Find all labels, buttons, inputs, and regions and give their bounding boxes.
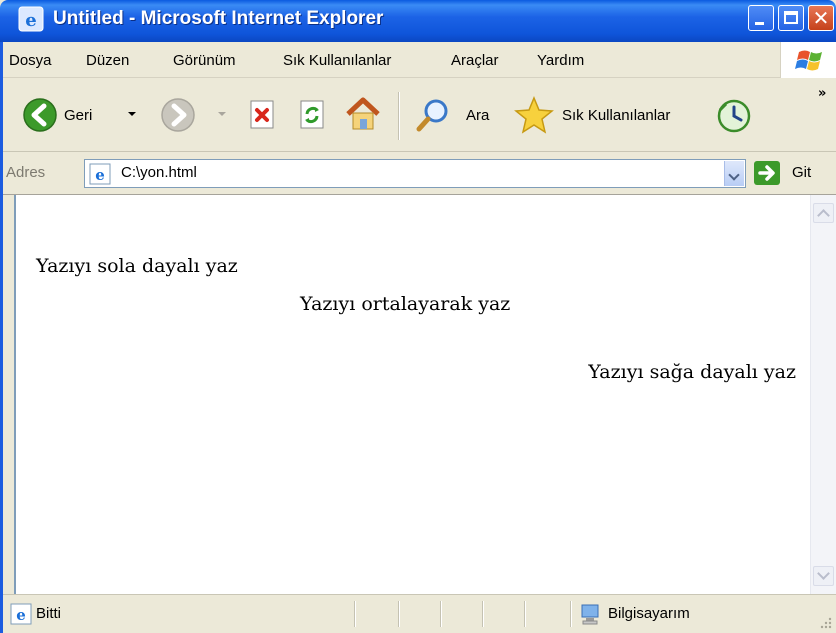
- svg-text:e: e: [16, 606, 26, 624]
- scroll-up-icon[interactable]: [813, 203, 834, 223]
- my-computer-icon: [581, 604, 599, 625]
- status-separator: [482, 601, 484, 627]
- go-arrow-icon[interactable]: [754, 161, 780, 185]
- close-button[interactable]: ✕: [808, 5, 834, 31]
- address-label: Adres: [6, 164, 46, 181]
- status-separator: [524, 601, 526, 627]
- menu-view[interactable]: Görünüm: [173, 52, 236, 69]
- security-zone-text: Bilgisayarım: [608, 605, 690, 622]
- forward-dropdown-icon[interactable]: [218, 112, 226, 116]
- status-separator: [398, 601, 400, 627]
- ie-icon: e: [18, 6, 44, 32]
- search-icon[interactable]: [414, 97, 452, 135]
- svg-text:e: e: [95, 166, 105, 184]
- stop-icon[interactable]: [248, 100, 278, 130]
- menu-help[interactable]: Yardım: [537, 52, 584, 69]
- window-border: [0, 42, 3, 633]
- status-separator: [354, 601, 356, 627]
- status-separator: [570, 601, 572, 627]
- minimize-icon: [755, 22, 764, 25]
- history-icon[interactable]: [716, 98, 752, 134]
- address-bar: Adres e C:\yon.html Git: [0, 152, 836, 195]
- status-bar: e Bitti Bilgisayarım: [0, 594, 836, 633]
- menu-bar: Dosya Düzen Görünüm Sık Kullanılanlar Ar…: [0, 42, 836, 78]
- maximize-button[interactable]: [778, 5, 804, 31]
- favorites-star-icon[interactable]: [514, 96, 554, 134]
- menu-edit[interactable]: Düzen: [86, 52, 129, 69]
- favorites-label[interactable]: Sık Kullanılanlar: [562, 107, 670, 124]
- toolbar-overflow-chevron[interactable]: »: [818, 86, 826, 101]
- window-title: Untitled - Microsoft Internet Explorer: [53, 8, 384, 29]
- back-arrow-icon[interactable]: [22, 97, 58, 133]
- menu-tools[interactable]: Araçlar: [451, 52, 499, 69]
- address-input[interactable]: e C:\yon.html: [84, 159, 746, 188]
- maximize-icon: [784, 11, 798, 24]
- page-icon: e: [89, 163, 111, 185]
- windows-flag-icon: [795, 50, 822, 71]
- page-content: Yazıyı sola dayalı yaz Yazıyı ortalayara…: [14, 195, 810, 594]
- page-status-icon: e: [10, 603, 32, 625]
- forward-arrow-icon[interactable]: [160, 97, 196, 133]
- standard-toolbar: Geri Ara Sık Kullanılanlar »: [0, 78, 836, 152]
- address-value[interactable]: C:\yon.html: [121, 164, 197, 181]
- refresh-icon[interactable]: [298, 100, 328, 130]
- toolbar-separator: [398, 92, 400, 140]
- windows-logo: [780, 42, 836, 78]
- resize-grip-icon[interactable]: [818, 615, 832, 629]
- text-left-aligned: Yazıyı sola dayalı yaz: [36, 255, 238, 277]
- menu-favorites[interactable]: Sık Kullanılanlar: [283, 52, 391, 69]
- close-icon: ✕: [812, 6, 830, 30]
- minimize-button[interactable]: [748, 5, 774, 31]
- address-dropdown-icon[interactable]: [724, 161, 744, 186]
- browser-window: e Untitled - Microsoft Internet Explorer…: [0, 0, 836, 633]
- back-dropdown-icon[interactable]: [128, 112, 136, 116]
- title-bar[interactable]: e Untitled - Microsoft Internet Explorer…: [0, 0, 836, 42]
- text-right-aligned: Yazıyı sağa dayalı yaz: [588, 361, 796, 383]
- menu-file[interactable]: Dosya: [9, 52, 52, 69]
- search-label[interactable]: Ara: [466, 107, 489, 124]
- text-centered: Yazıyı ortalayarak yaz: [300, 293, 511, 315]
- status-text: Bitti: [36, 605, 62, 622]
- svg-text:e: e: [25, 10, 36, 31]
- back-label[interactable]: Geri: [64, 107, 92, 124]
- scroll-down-icon[interactable]: [813, 566, 834, 586]
- vertical-scrollbar[interactable]: [810, 195, 836, 594]
- status-separator: [440, 601, 442, 627]
- go-label[interactable]: Git: [792, 164, 811, 181]
- home-icon[interactable]: [344, 96, 382, 132]
